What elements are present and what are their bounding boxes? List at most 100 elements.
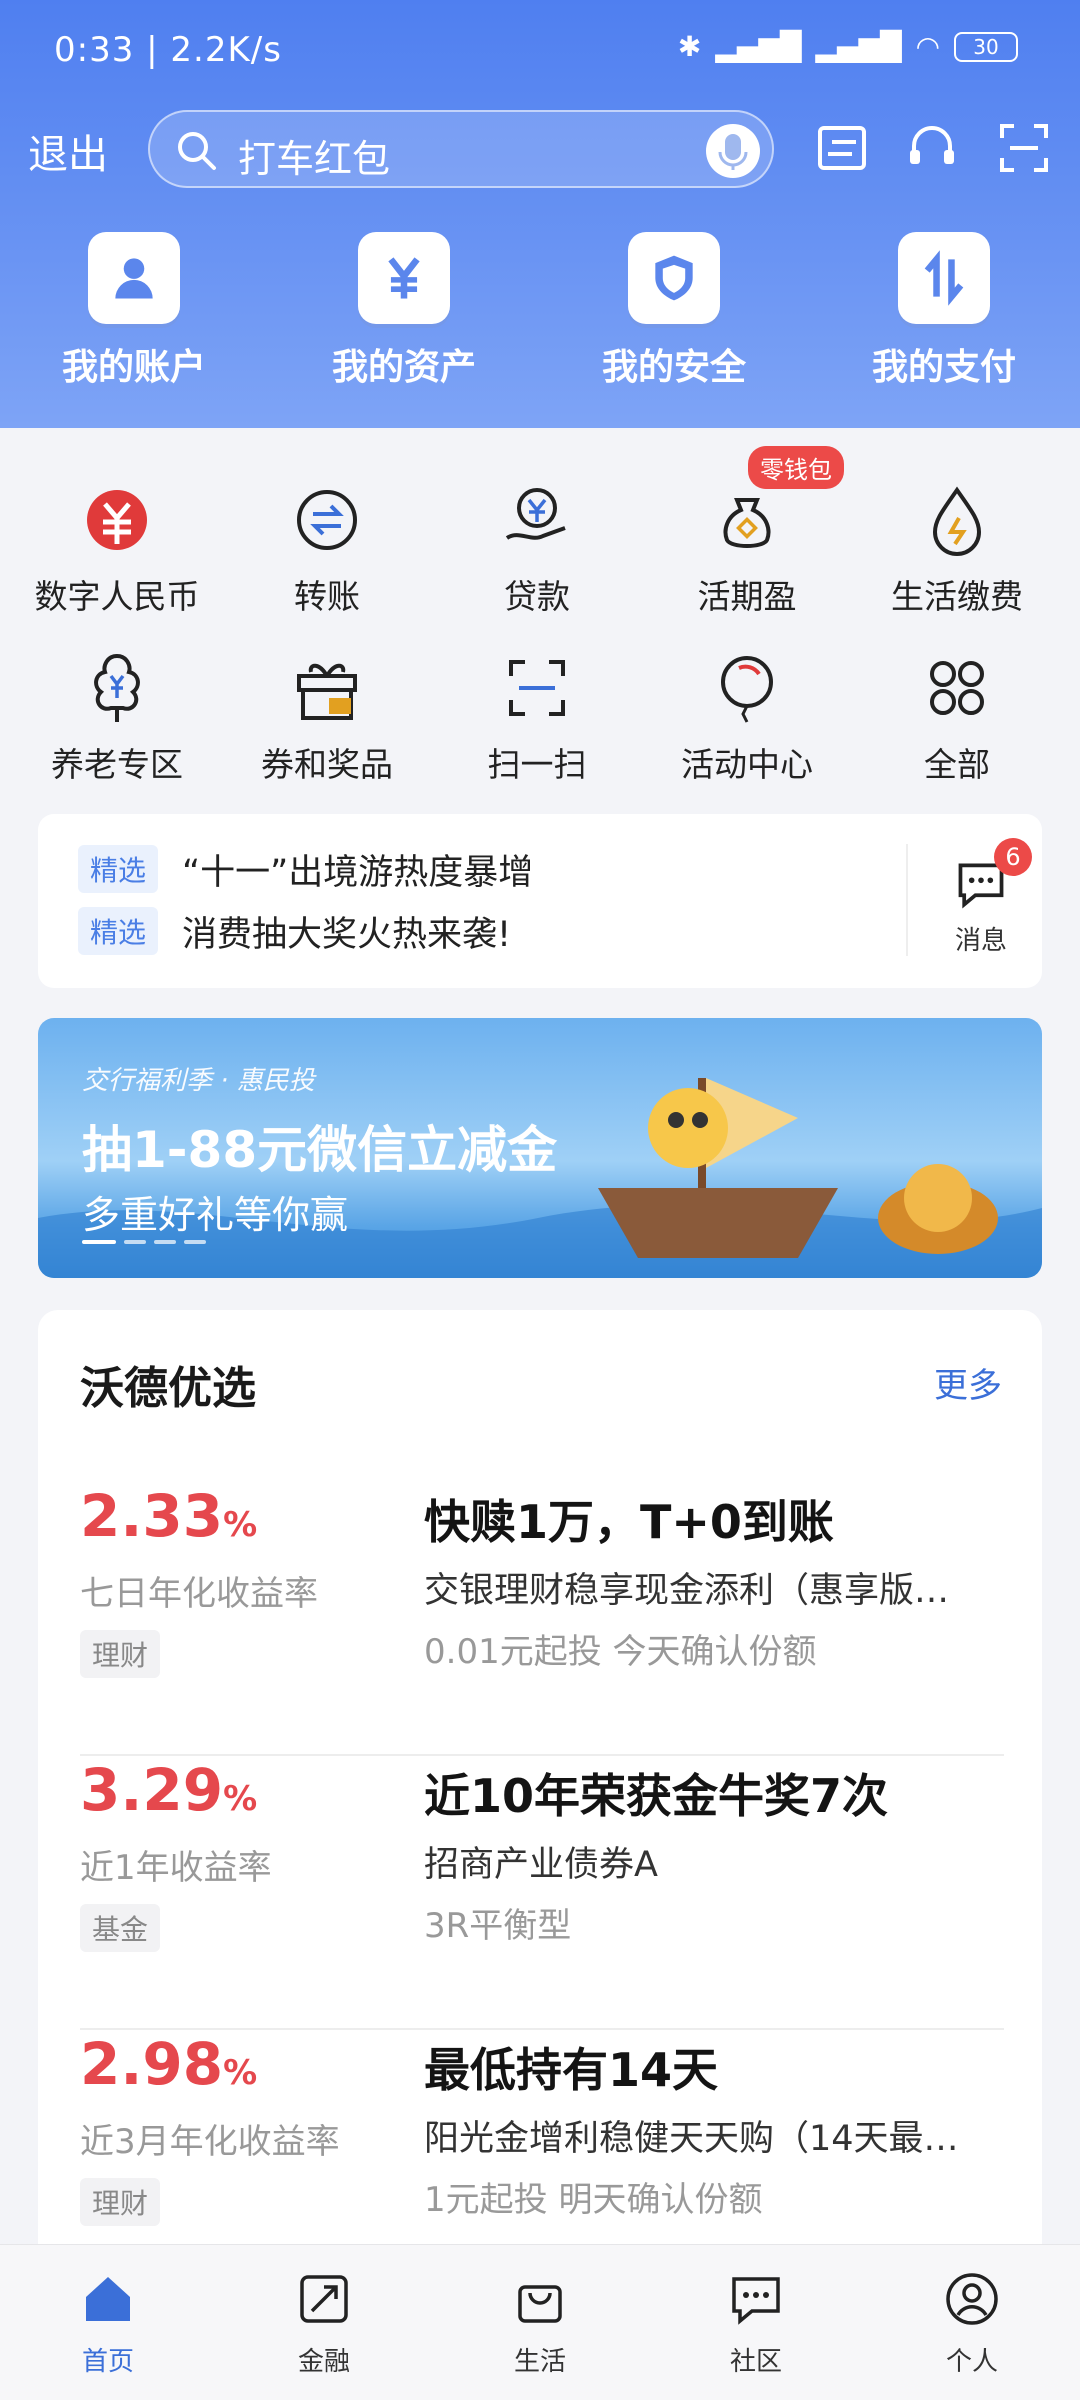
search-input[interactable]: 打车红包 xyxy=(148,110,774,188)
news-item[interactable]: 精选 “十一”出境游热度暴增 xyxy=(78,844,533,894)
service-coupons[interactable]: 券和奖品 xyxy=(222,650,432,786)
profile-icon xyxy=(946,2273,998,2325)
tab-life[interactable]: 生活 xyxy=(460,2271,620,2378)
service-transfer[interactable]: 转账 xyxy=(222,482,432,618)
message-count-badge: 6 xyxy=(994,838,1032,876)
product-headline: 快赎1万，T+0到账 xyxy=(424,1495,834,1549)
voice-search-button[interactable] xyxy=(706,124,760,178)
news-item[interactable]: 精选 消费抽大奖火热来袭! xyxy=(78,906,511,956)
product-rate-label: 近1年收益率 xyxy=(80,1848,272,1888)
wealth-picks: 沃德优选 更多 2.33% 七日年化收益率 理财 快赎1万，T+0到账 交银理财… xyxy=(38,1310,1042,2310)
more-link[interactable]: 更多 xyxy=(934,1358,1002,1407)
balloon-icon xyxy=(721,656,773,723)
my-assets-label: 我的资产 xyxy=(331,347,476,388)
divider xyxy=(906,844,908,956)
signal-icon: ▂▄▆█ xyxy=(715,30,802,63)
service-label: 扫一扫 xyxy=(487,745,587,784)
messages-label: 消息 xyxy=(954,926,1007,956)
my-payment-label: 我的支付 xyxy=(871,347,1016,388)
banner-pager xyxy=(82,1240,206,1244)
search-icon xyxy=(178,132,216,170)
search-placeholder: 打车红包 xyxy=(238,137,391,181)
service-label: 活动中心 xyxy=(681,745,813,784)
product-rate: 2.98% xyxy=(80,2030,258,2098)
finance-icon xyxy=(300,2275,348,2323)
chat-bubble-icon xyxy=(732,2277,780,2325)
tab-label: 生活 xyxy=(513,2347,566,2377)
service-activity[interactable]: 活动中心 xyxy=(642,650,852,786)
news-tag: 精选 xyxy=(78,845,159,893)
banner-title: 抽1-88元微信立减金 xyxy=(82,1121,558,1179)
service-pension[interactable]: 养老专区 xyxy=(12,650,222,786)
product-card[interactable]: 3.29% 近1年收益率 基金 近10年荣获金牛奖7次 招商产业债券A 3R平衡… xyxy=(80,1756,1004,2030)
transfer-icon xyxy=(297,490,357,550)
signal-icon-2: ▂▄▆█ xyxy=(815,30,902,63)
news-text: “十一”出境游热度暴增 xyxy=(182,852,534,893)
service-scan[interactable]: 扫一扫 xyxy=(432,650,642,786)
my-security-button[interactable]: 我的安全 xyxy=(584,232,764,390)
home-icon xyxy=(86,2277,130,2321)
service-loan[interactable]: 贷款 xyxy=(432,482,642,618)
product-card[interactable]: 2.33% 七日年化收益率 理财 快赎1万，T+0到账 交银理财稳享现金添利（惠… xyxy=(80,1482,1004,1756)
microphone-icon xyxy=(718,134,748,170)
tab-label: 金融 xyxy=(297,2347,350,2377)
news-tag: 精选 xyxy=(78,907,159,955)
my-account-label: 我的账户 xyxy=(61,347,206,388)
shopping-bag-icon xyxy=(518,2285,562,2323)
quick-actions: 我的账户 我的资产 我的安全 我的支付 xyxy=(0,232,1080,392)
promo-banner[interactable]: 交行福利季 · 惠民投 抽1-88元微信立减金 多重好礼等你赢 xyxy=(38,1018,1042,1278)
service-digital-rmb[interactable]: 数字人民币 xyxy=(12,482,222,618)
my-account-button[interactable]: 我的账户 xyxy=(44,232,224,390)
services-grid: 数字人民币 转账 贷款 活期盈 生活缴费 养老专区 券和奖品 扫一扫 活动中心 … xyxy=(0,430,1080,790)
pager-dot xyxy=(124,1240,146,1244)
product-kind-badge: 基金 xyxy=(80,1904,161,1952)
bluetooth-icon: ✱ xyxy=(677,30,702,63)
wifi-icon: ◠ xyxy=(915,30,940,63)
gift-icon xyxy=(297,663,357,720)
my-payment-button[interactable]: 我的支付 xyxy=(854,232,1034,390)
battery-icon: 30 xyxy=(954,31,1018,62)
exit-button[interactable]: 退出 xyxy=(28,122,108,180)
scan-icon xyxy=(509,660,565,716)
product-meta: 0.01元起投 今天确认份额 xyxy=(424,1632,817,1672)
switch-account-icon[interactable] xyxy=(812,118,872,178)
service-label: 全部 xyxy=(924,745,990,784)
product-rate-label: 七日年化收益率 xyxy=(80,1574,318,1614)
tab-community[interactable]: 社区 xyxy=(676,2271,836,2378)
product-meta: 1元起投 明天确认份额 xyxy=(424,2180,763,2220)
product-meta: 3R平衡型 xyxy=(424,1906,572,1946)
service-utility[interactable]: 生活缴费 xyxy=(852,482,1062,618)
product-kind-badge: 理财 xyxy=(80,1630,161,1678)
tab-label: 社区 xyxy=(729,2347,782,2377)
utility-drop-icon xyxy=(932,486,982,556)
tab-finance[interactable]: 金融 xyxy=(244,2271,404,2378)
product-rate: 2.33% xyxy=(80,1482,258,1550)
service-label: 券和奖品 xyxy=(261,745,393,784)
wallet-badge: 零钱包 xyxy=(748,446,844,489)
tab-home[interactable]: 首页 xyxy=(28,2271,188,2378)
news-text: 消费抽大奖火热来袭! xyxy=(182,914,512,955)
scan-icon[interactable] xyxy=(994,118,1054,178)
product-name: 招商产业债券A xyxy=(424,1845,658,1885)
messages-button[interactable]: 消息 6 xyxy=(946,838,1032,957)
status-time: 0:33 | 2.2K/s xyxy=(54,30,282,70)
product-kind-badge: 理财 xyxy=(80,2178,161,2226)
pager-dot xyxy=(184,1240,206,1244)
service-huoqiying[interactable]: 活期盈 xyxy=(642,482,852,618)
banner-subtitle: 交行福利季 · 惠民投 xyxy=(82,1066,315,1096)
service-label: 数字人民币 xyxy=(34,577,200,616)
yen-icon xyxy=(358,232,450,324)
digital-rmb-icon xyxy=(87,490,147,550)
service-all[interactable]: 全部 xyxy=(852,650,1062,786)
customer-service-icon[interactable] xyxy=(902,118,962,178)
tab-profile[interactable]: 个人 xyxy=(892,2271,1052,2378)
banner-tagline: 多重好礼等你赢 xyxy=(82,1193,349,1237)
product-name: 阳光金增利稳健天天购（14天最… xyxy=(424,2119,959,2159)
service-label: 活期盈 xyxy=(697,577,797,616)
product-headline: 近10年荣获金牛奖7次 xyxy=(424,1769,889,1823)
bottom-tab-bar: 首页 金融 生活 社区 个人 xyxy=(0,2244,1080,2400)
my-assets-button[interactable]: 我的资产 xyxy=(314,232,494,390)
service-label: 转账 xyxy=(294,577,360,616)
service-label: 生活缴费 xyxy=(891,577,1023,616)
status-icons: ✱ ▂▄▆█ ▂▄▆█ ◠ 30 xyxy=(678,30,1018,63)
